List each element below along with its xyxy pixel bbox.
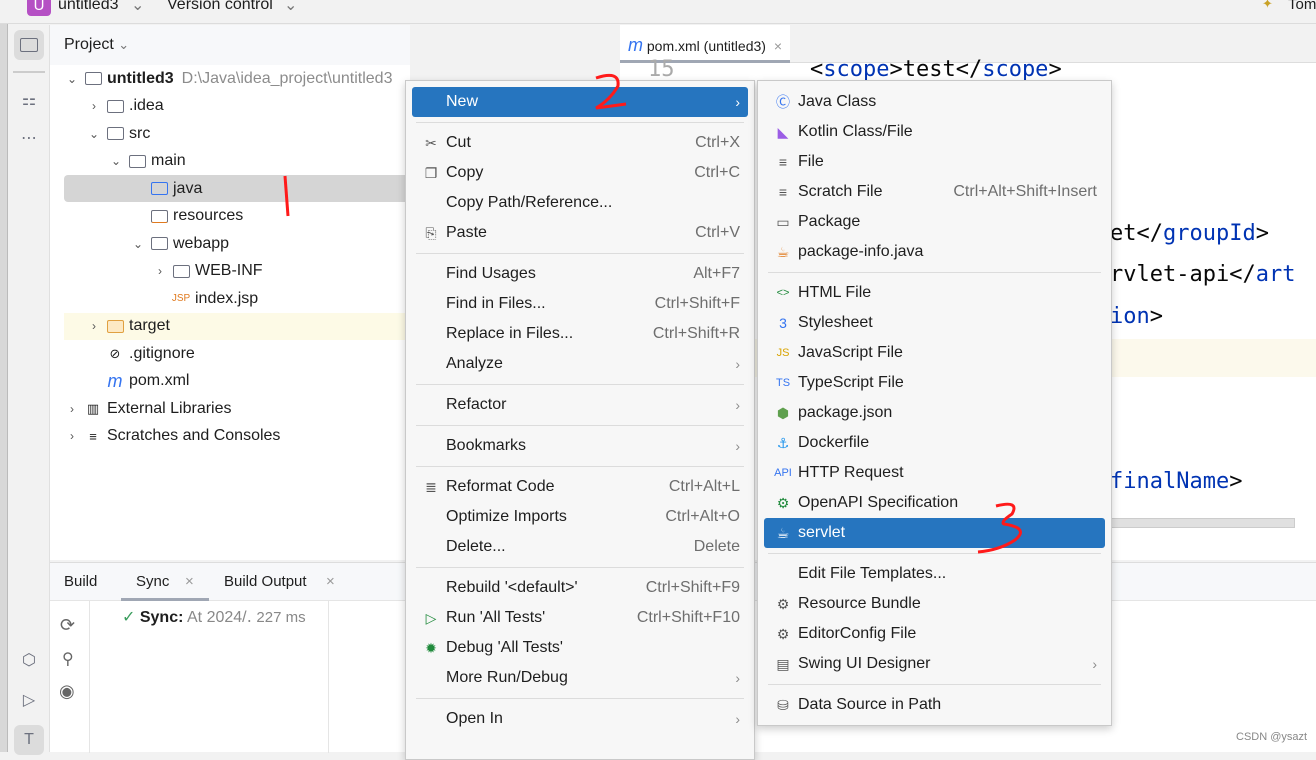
annotation-1 bbox=[283, 175, 290, 217]
watermark: CSDN @ysazt bbox=[1236, 731, 1308, 743]
annotation-2 bbox=[595, 73, 627, 110]
annotation-3 bbox=[977, 502, 1022, 554]
annotation-layer bbox=[283, 73, 1022, 554]
